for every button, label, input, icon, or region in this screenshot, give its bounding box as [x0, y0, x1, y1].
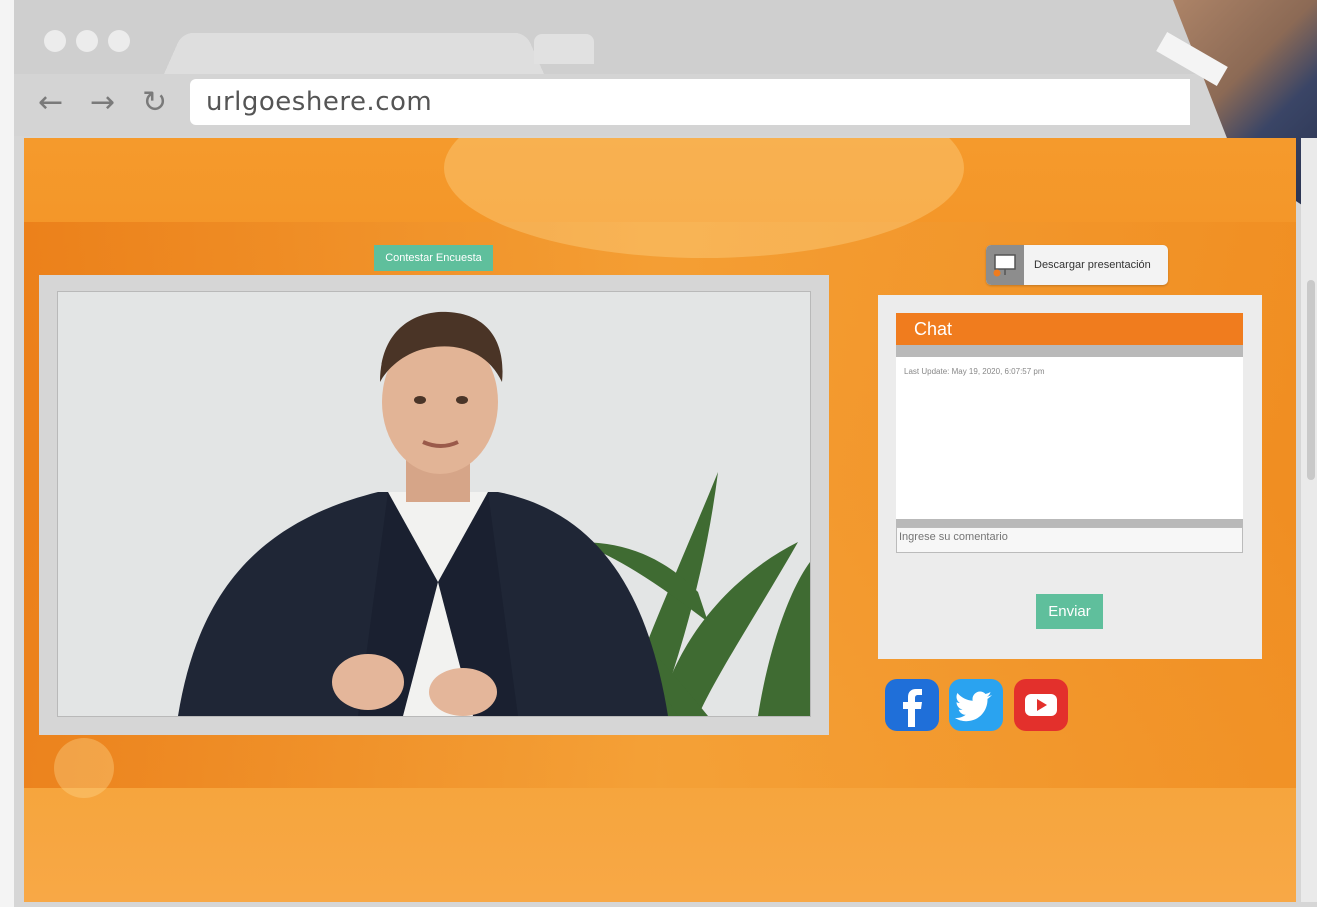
close-window-dot[interactable]	[44, 30, 66, 52]
last-update-text: Last Update: May 19, 2020, 6:07:57 pm	[904, 367, 1045, 376]
download-presentation-button[interactable]: Descargar presentación	[986, 245, 1168, 285]
survey-button[interactable]: Contestar Encuesta	[374, 245, 493, 271]
tab-bar	[14, 0, 1317, 74]
chat-messages[interactable]: Last Update: May 19, 2020, 6:07:57 pm	[896, 357, 1243, 519]
comment-input[interactable]	[896, 527, 1243, 553]
send-button[interactable]: Enviar	[1036, 594, 1103, 629]
back-arrow-icon[interactable]: ←	[38, 86, 63, 120]
download-presentation-label: Descargar presentación	[1034, 259, 1151, 271]
reload-icon[interactable]: ↻	[142, 86, 167, 120]
webinar-page: Contestar Encuesta Descargar presentació…	[24, 138, 1296, 902]
presentation-download-icon	[986, 245, 1024, 285]
scrollbar-track[interactable]	[1301, 138, 1317, 902]
active-tab[interactable]	[164, 32, 544, 74]
background-bokeh	[54, 738, 114, 798]
chat-subbar	[896, 345, 1243, 357]
new-tab-button[interactable]	[534, 34, 594, 64]
presenter-video-image	[58, 292, 810, 716]
video-player[interactable]	[57, 291, 811, 717]
youtube-icon[interactable]	[1014, 679, 1068, 731]
chat-title: Chat	[896, 313, 1243, 345]
chat-panel: Chat Last Update: May 19, 2020, 6:07:57 …	[878, 295, 1262, 659]
left-hand	[332, 654, 404, 710]
chat-separator	[896, 519, 1243, 527]
address-bar[interactable]: urlgoeshere.com	[190, 79, 1190, 125]
facebook-icon[interactable]	[885, 679, 939, 731]
right-hand	[429, 668, 497, 716]
maximize-window-dot[interactable]	[108, 30, 130, 52]
video-frame	[39, 275, 829, 735]
scrollbar-thumb[interactable]	[1307, 280, 1315, 480]
twitter-icon[interactable]	[949, 679, 1003, 731]
url-text: urlgoeshere.com	[206, 87, 433, 117]
forward-arrow-icon[interactable]: →	[90, 86, 115, 120]
minimize-window-dot[interactable]	[76, 30, 98, 52]
